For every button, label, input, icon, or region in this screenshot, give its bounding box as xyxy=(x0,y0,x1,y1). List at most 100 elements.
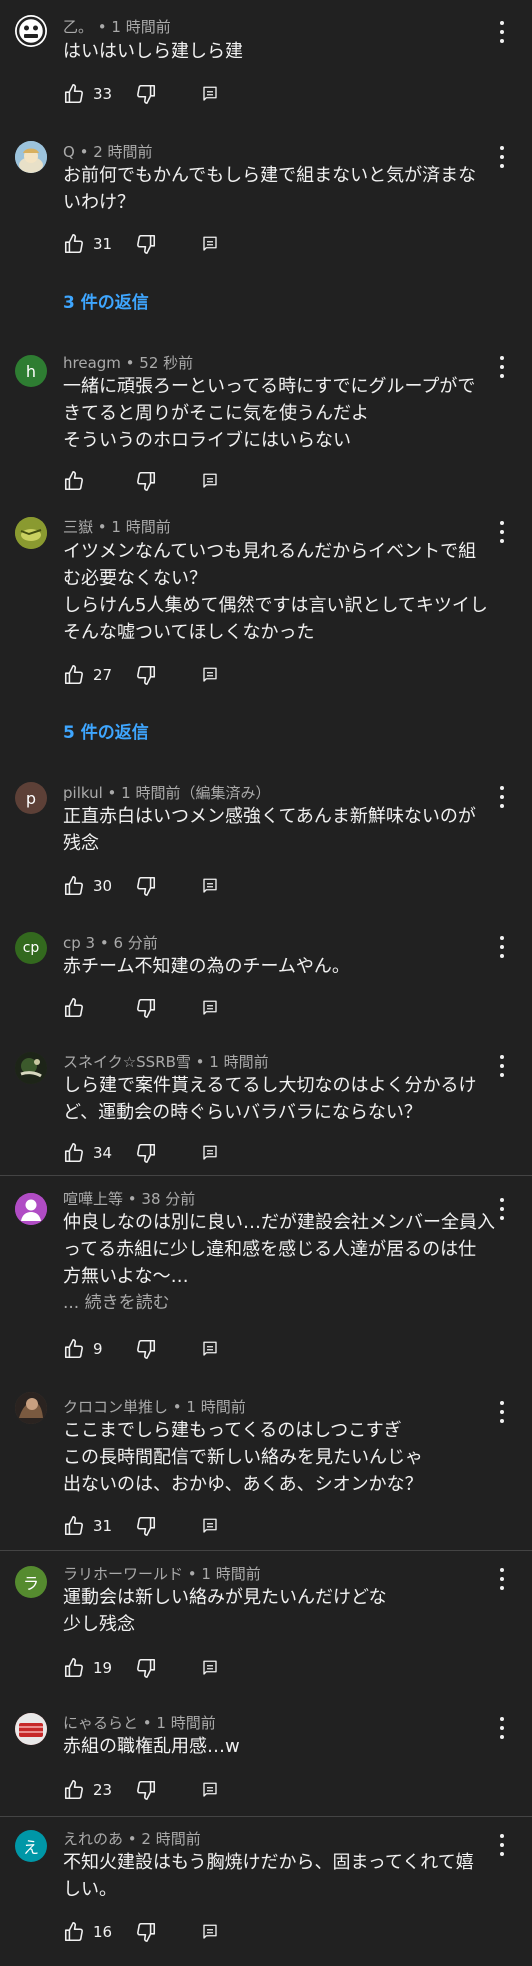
read-more-link[interactable]: ... 続きを読む xyxy=(63,1290,496,1317)
dislike-button[interactable] xyxy=(135,873,157,899)
comment-time[interactable]: 1 時間前 xyxy=(186,1398,245,1416)
dislike-button[interactable] xyxy=(135,662,157,688)
dislike-button[interactable] xyxy=(135,81,157,107)
author-name[interactable]: ラリホーワールド xyxy=(63,1565,183,1583)
more-options-icon[interactable] xyxy=(498,356,506,378)
author-name[interactable]: 三嶽 xyxy=(63,518,93,536)
avatar-letter: h xyxy=(25,361,37,381)
like-button[interactable]: 33 xyxy=(63,81,112,107)
dislike-button[interactable] xyxy=(135,468,157,494)
reply-button[interactable] xyxy=(201,1513,219,1539)
avatar[interactable] xyxy=(15,1713,47,1745)
dislike-button[interactable] xyxy=(135,231,157,257)
like-button[interactable]: 34 xyxy=(63,1140,112,1166)
like-button[interactable]: 30 xyxy=(63,873,112,899)
author-name[interactable]: Q xyxy=(63,143,75,161)
avatar[interactable] xyxy=(15,517,47,549)
reply-button[interactable] xyxy=(201,873,219,899)
more-options-icon[interactable] xyxy=(498,21,506,43)
more-options-icon[interactable] xyxy=(498,521,506,543)
comment-time[interactable]: 1 時間前 xyxy=(111,18,170,36)
comment-meta: にゃるらと • 1 時間前 xyxy=(63,1714,216,1732)
comment-time[interactable]: 1 時間前 xyxy=(209,1053,268,1071)
author-name[interactable]: pilkul xyxy=(63,784,103,802)
thumbs-down-icon xyxy=(137,1780,156,1800)
like-button[interactable]: 19 xyxy=(63,1655,112,1681)
reply-button[interactable] xyxy=(201,995,219,1021)
reply-button[interactable] xyxy=(201,1140,219,1166)
author-name[interactable]: にゃるらと xyxy=(63,1714,138,1732)
comment-time[interactable]: 1 時間前（編集済み） xyxy=(121,784,270,802)
comment-meta: 乙。 • 1 時間前 xyxy=(63,18,171,36)
avatar[interactable] xyxy=(15,15,47,47)
reply-button[interactable] xyxy=(201,1777,219,1803)
more-options-icon[interactable] xyxy=(498,1055,506,1077)
view-replies-link[interactable]: 5 件の返信 xyxy=(63,718,149,743)
more-options-icon[interactable] xyxy=(498,1568,506,1590)
dislike-button[interactable] xyxy=(135,1140,157,1166)
like-button[interactable]: 23 xyxy=(63,1777,112,1803)
avatar[interactable]: p xyxy=(15,782,47,814)
avatar[interactable]: え xyxy=(15,1830,47,1862)
comment: 三嶽 • 1 時間前 イツメンなんていつも見れるんだからイベントで組 む必要なく… xyxy=(0,505,532,770)
dislike-button[interactable] xyxy=(135,1336,157,1362)
avatar[interactable] xyxy=(15,1193,47,1225)
comment-time[interactable]: 52 秒前 xyxy=(139,354,193,372)
comment-time[interactable]: 1 時間前 xyxy=(111,518,170,536)
like-count: 16 xyxy=(93,1923,113,1941)
avatar[interactable] xyxy=(15,141,47,173)
dislike-button[interactable] xyxy=(135,995,157,1021)
like-button[interactable]: 9 xyxy=(63,1336,103,1362)
comment-time[interactable]: 1 時間前 xyxy=(201,1565,260,1583)
author-name[interactable]: 喧嘩上等 xyxy=(63,1190,123,1208)
author-name[interactable]: えれのあ xyxy=(63,1830,123,1848)
reply-button[interactable] xyxy=(201,468,219,494)
like-button[interactable]: 31 xyxy=(63,231,112,257)
more-options-icon[interactable] xyxy=(498,1834,506,1856)
more-options-icon[interactable] xyxy=(498,936,506,958)
dislike-button[interactable] xyxy=(135,1655,157,1681)
more-options-icon[interactable] xyxy=(498,1198,506,1220)
more-options-icon[interactable] xyxy=(498,786,506,808)
like-button[interactable] xyxy=(63,468,85,494)
comment-time[interactable]: 2 時間前 xyxy=(93,143,152,161)
author-name[interactable]: cp 3 xyxy=(63,934,95,952)
author-name[interactable]: スネイク☆SSRB雪 xyxy=(63,1053,191,1071)
like-button[interactable]: 16 xyxy=(63,1919,112,1945)
dislike-button[interactable] xyxy=(135,1919,157,1945)
author-name[interactable]: 乙。 xyxy=(63,18,93,36)
thumbs-up-icon xyxy=(64,665,83,685)
more-options-icon[interactable] xyxy=(498,1401,506,1423)
comment-time[interactable]: 1 時間前 xyxy=(156,1714,215,1732)
thumbs-down-icon xyxy=(137,1143,156,1163)
comment-text: イツメンなんていつも見れるんだからイベントで組 む必要なくない？ しらけん5人集… xyxy=(63,541,488,643)
reply-button[interactable] xyxy=(201,1655,219,1681)
reply-button[interactable] xyxy=(201,1336,219,1362)
comment-time[interactable]: 2 時間前 xyxy=(141,1830,200,1848)
reply-button[interactable] xyxy=(201,1919,219,1945)
comment-time[interactable]: 6 分前 xyxy=(113,934,157,952)
author-name[interactable]: クロコン単推し xyxy=(63,1398,168,1416)
more-options-icon[interactable] xyxy=(498,1717,506,1739)
avatar-image xyxy=(15,1392,47,1424)
thumbs-down-icon xyxy=(137,665,156,685)
avatar[interactable]: cp xyxy=(15,932,47,964)
avatar[interactable]: h xyxy=(15,355,47,387)
dislike-button[interactable] xyxy=(135,1777,157,1803)
like-button[interactable]: 31 xyxy=(63,1513,112,1539)
like-button[interactable] xyxy=(63,995,85,1021)
like-button[interactable]: 27 xyxy=(63,662,112,688)
reply-button[interactable] xyxy=(201,662,219,688)
view-replies-link[interactable]: 3 件の返信 xyxy=(63,288,149,313)
avatar[interactable]: ラ xyxy=(15,1566,47,1598)
dislike-button[interactable] xyxy=(135,1513,157,1539)
avatar-image xyxy=(15,1193,47,1225)
avatar[interactable] xyxy=(15,1052,47,1084)
comment-actions: 27 xyxy=(63,662,263,688)
avatar[interactable] xyxy=(15,1392,47,1424)
author-name[interactable]: hreagm xyxy=(63,354,121,372)
comment-time[interactable]: 38 分前 xyxy=(141,1190,195,1208)
reply-button[interactable] xyxy=(201,231,219,257)
more-options-icon[interactable] xyxy=(498,146,506,168)
reply-button[interactable] xyxy=(201,81,219,107)
